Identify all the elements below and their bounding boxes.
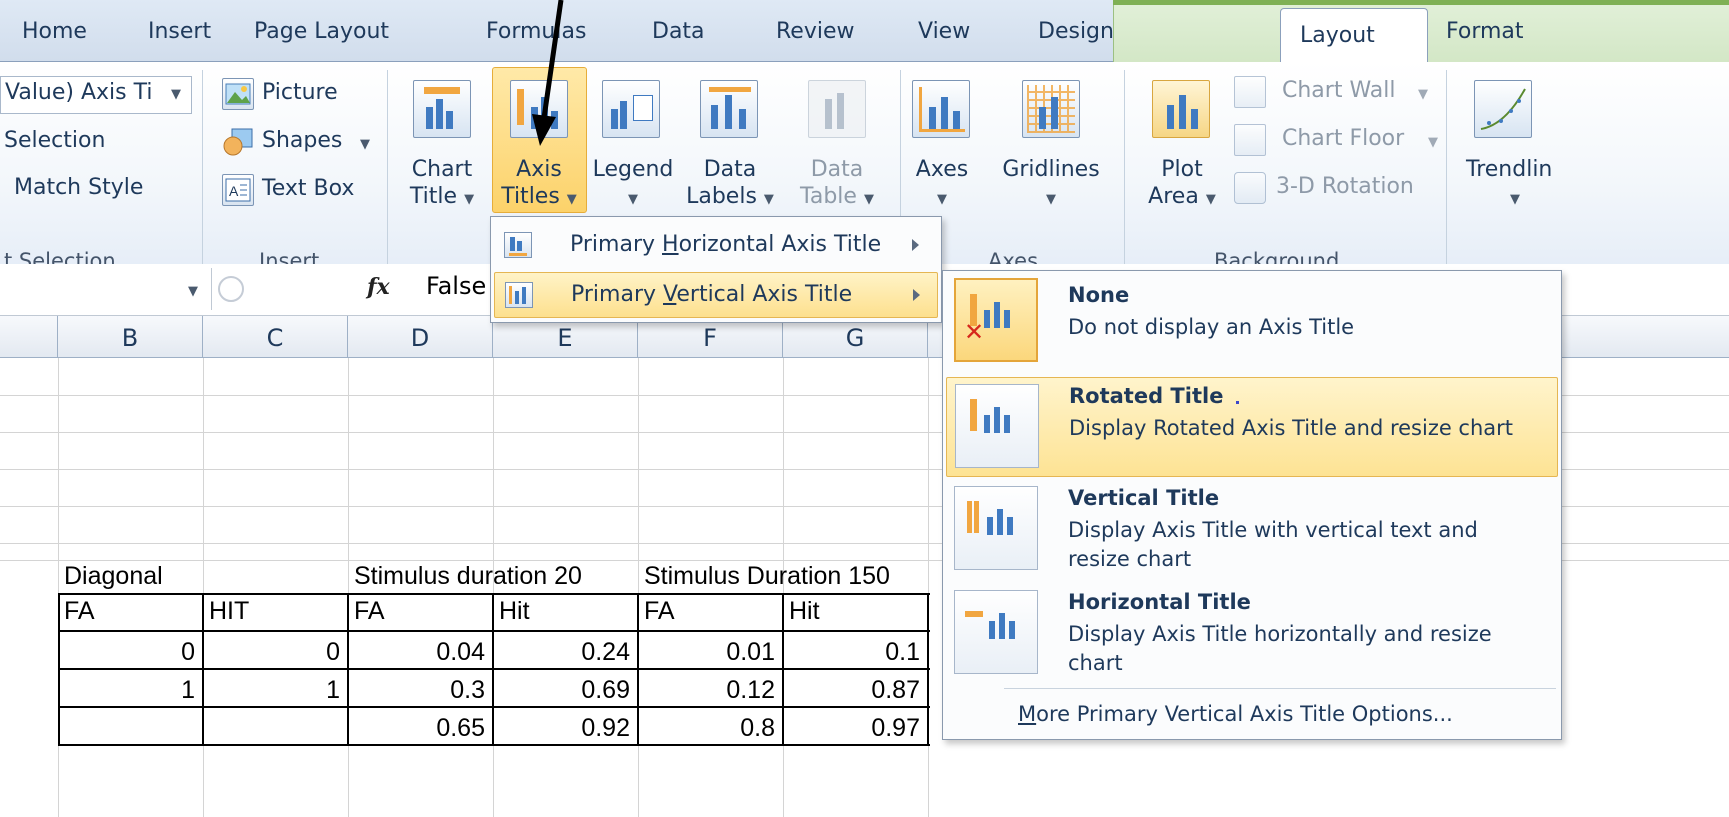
annotation-arrow xyxy=(532,0,564,146)
